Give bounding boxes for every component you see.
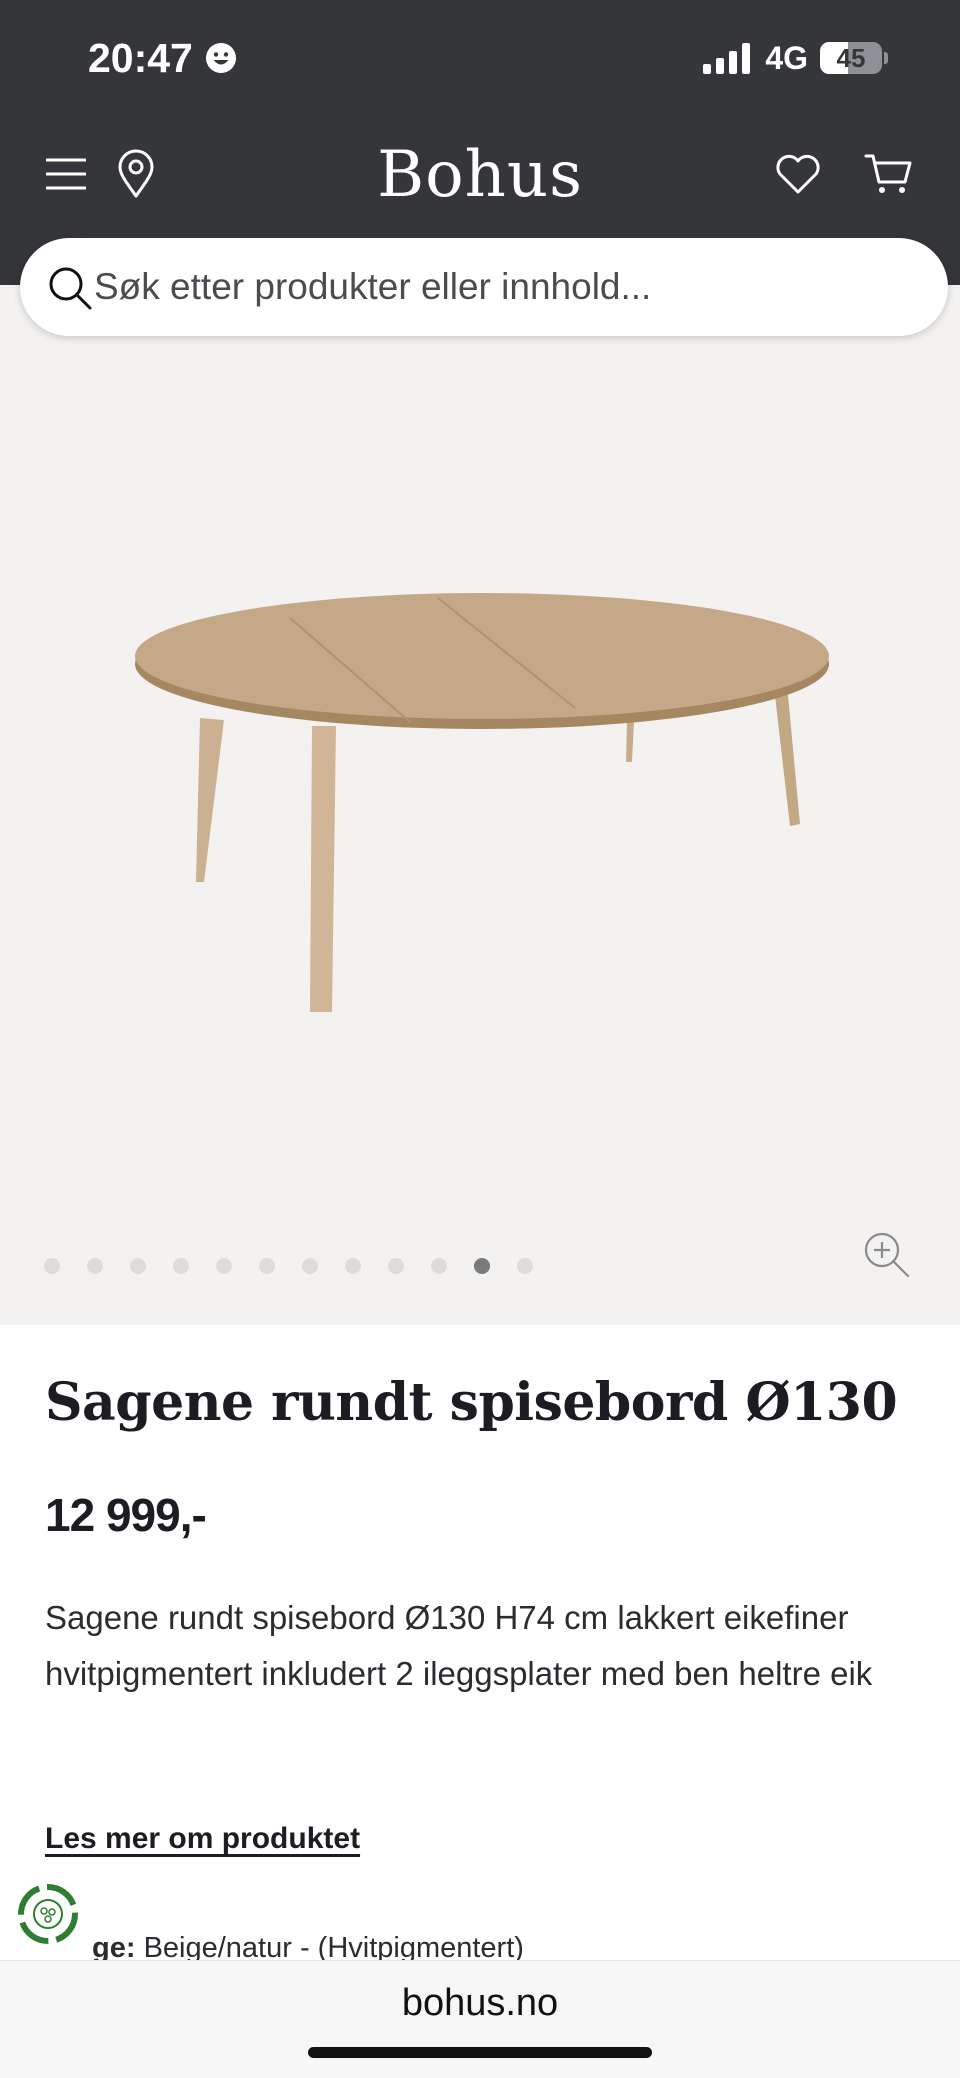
status-time-group: 20:47 <box>88 30 237 86</box>
browser-url[interactable]: bohus.no <box>0 1982 960 2025</box>
eco-badge-icon[interactable] <box>16 1882 80 1946</box>
gallery-dot[interactable] <box>130 1258 146 1274</box>
product-description: Sagene rundt spisebord Ø130 H74 cm lakke… <box>45 1599 873 1692</box>
product-title: Sagene rundt spisebord Ø130 <box>45 1372 898 1433</box>
table-leg-front-right <box>310 726 336 1012</box>
cart-icon <box>864 154 912 193</box>
search-bar[interactable] <box>20 238 948 336</box>
zoom-in-icon <box>864 1232 910 1278</box>
gallery-dot[interactable] <box>302 1258 318 1274</box>
home-indicator[interactable] <box>308 2047 652 2058</box>
gallery-dot[interactable] <box>517 1258 533 1274</box>
gallery-dot[interactable] <box>474 1258 490 1274</box>
gallery-dot[interactable] <box>87 1258 103 1274</box>
search-icon <box>49 267 92 310</box>
gallery-dot[interactable] <box>431 1258 447 1274</box>
cart-button[interactable] <box>862 150 914 198</box>
heart-icon <box>776 154 820 194</box>
network-type: 4G <box>765 39 808 76</box>
smiley-icon <box>205 43 236 73</box>
gallery-dot[interactable] <box>216 1258 232 1274</box>
zoom-button[interactable] <box>862 1230 912 1280</box>
gallery-pagination[interactable] <box>44 1258 533 1274</box>
gallery-dot[interactable] <box>44 1258 60 1274</box>
battery-icon: 45 <box>820 42 882 74</box>
signal-icon <box>703 43 751 74</box>
battery-level: 45 <box>836 42 866 73</box>
gallery-dot[interactable] <box>388 1258 404 1274</box>
gallery-dot[interactable] <box>173 1258 189 1274</box>
status-time: 20:47 <box>88 34 193 81</box>
product-image[interactable] <box>120 560 840 1030</box>
read-more-link[interactable]: Les mer om produktet <box>45 1822 360 1856</box>
search-input[interactable] <box>92 265 796 309</box>
status-indicators: 4G 45 <box>703 30 888 86</box>
wishlist-button[interactable] <box>772 150 824 198</box>
table-top <box>135 593 829 719</box>
gallery-dot[interactable] <box>259 1258 275 1274</box>
table-leg-front-left <box>196 718 224 882</box>
battery-tip <box>884 52 888 64</box>
gallery-dot[interactable] <box>345 1258 361 1274</box>
product-price: 12 999,- <box>45 1489 207 1541</box>
